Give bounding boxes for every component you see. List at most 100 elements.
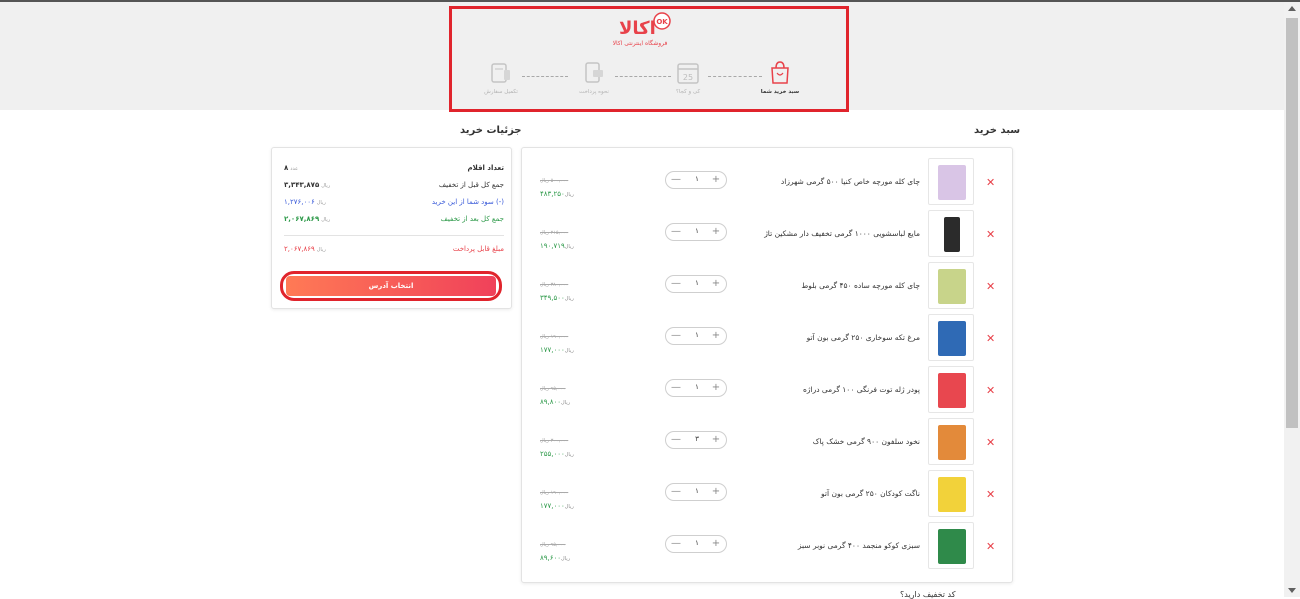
remove-item-icon[interactable]: ✕ xyxy=(986,332,995,345)
final-price: ریال۱۷۷,۰۰۰ xyxy=(540,346,574,354)
remove-item-icon[interactable]: ✕ xyxy=(986,488,995,501)
quantity-value: ۱ xyxy=(695,539,699,547)
remove-item-icon[interactable]: ✕ xyxy=(986,228,995,241)
old-price: ۳۸۰,۰۰۰ ریال xyxy=(540,282,569,288)
select-address-button[interactable]: انتخاب آدرس xyxy=(286,276,496,296)
old-price: ۵۰۰,۰۰۰ ریال xyxy=(540,178,569,184)
final-price: ریال۱۷۷,۰۰۰ xyxy=(540,502,574,510)
increase-quantity-button[interactable]: + xyxy=(710,174,722,186)
decrease-quantity-button[interactable]: — xyxy=(670,382,682,394)
cart-item: ✕ مایع لباسشویی ۱۰۰۰ گرمی تخفیف دار مشکی… xyxy=(522,210,1012,262)
cart-item: ✕ سبزی کوکو منجمد ۴۰۰ گرمی نوبر سبز — ۱ … xyxy=(522,522,1012,574)
product-image[interactable] xyxy=(928,158,974,205)
remove-item-icon[interactable]: ✕ xyxy=(986,176,995,189)
product-image[interactable] xyxy=(928,262,974,309)
old-price: ۱۹۰,۰۰۰ ریال xyxy=(540,334,569,340)
summary-savings: (-) سود شما از این خرید ۱,۲۷۶,۰۰۶ ریال xyxy=(284,198,504,206)
increase-quantity-button[interactable]: + xyxy=(710,330,722,342)
product-image[interactable] xyxy=(928,470,974,517)
increase-quantity-button[interactable]: + xyxy=(710,278,722,290)
old-price: ۲۱۵,۰۰۰ ریال xyxy=(540,230,569,236)
svg-text:اکالا: اکالا xyxy=(619,18,656,39)
quantity-stepper: — ۱ + xyxy=(665,327,727,345)
scroll-down-icon[interactable] xyxy=(1288,588,1296,593)
decrease-quantity-button[interactable]: — xyxy=(670,278,682,290)
shopping-bag-icon xyxy=(771,61,789,84)
summary-item-count: تعداد اقلام ۸ عدد xyxy=(284,164,504,172)
step-shopping-cart: سبد خرید شما xyxy=(750,60,810,95)
cart-title: سبد خرید xyxy=(974,125,1021,136)
cart-item: ✕ مرغ تکه سوخاری ۲۵۰ گرمی بون آتو — ۱ + … xyxy=(522,314,1012,366)
quantity-value: ۱ xyxy=(695,279,699,287)
final-price: ریال۳۴۹,۵۰۰ xyxy=(540,294,574,302)
final-price: ریال۲۵۵,۰۰۰ xyxy=(540,450,574,458)
decrease-quantity-button[interactable]: — xyxy=(670,174,682,186)
scroll-up-icon[interactable] xyxy=(1288,6,1296,11)
old-price: ۹۵,۰۰۰ ریال xyxy=(540,386,566,392)
increase-quantity-button[interactable]: + xyxy=(710,538,722,550)
increase-quantity-button[interactable]: + xyxy=(710,434,722,446)
okala-logo[interactable]: اکالا OK xyxy=(617,12,673,40)
final-price: ریال۴۸۳,۲۵۰ xyxy=(540,190,574,198)
quantity-value: ۱ xyxy=(695,487,699,495)
cart-items-panel: ✕ چای کله مورچه خاص کنیا ۵۰۰ گرمی شهرزاد… xyxy=(521,147,1013,583)
product-image[interactable] xyxy=(928,522,974,569)
scrollbar-thumb[interactable] xyxy=(1286,18,1298,428)
increase-quantity-button[interactable]: + xyxy=(710,226,722,238)
decrease-quantity-button[interactable]: — xyxy=(670,330,682,342)
quantity-stepper: — ۱ + xyxy=(665,535,727,553)
step-payment-method: نحوه پرداخت xyxy=(564,60,624,95)
quantity-stepper: — ۱ + xyxy=(665,483,727,501)
decrease-quantity-button[interactable]: — xyxy=(670,434,682,446)
increase-quantity-button[interactable]: + xyxy=(710,382,722,394)
remove-item-icon[interactable]: ✕ xyxy=(986,436,995,449)
product-image[interactable] xyxy=(928,418,974,465)
cart-item: ✕ نخود سلفون ۹۰۰ گرمی خشک پاک — ۳ + ۳۰۰,… xyxy=(522,418,1012,470)
product-name[interactable]: پودر ژله توت فرنگی ۱۰۰ گرمی دراژه xyxy=(700,385,920,394)
remove-item-icon[interactable]: ✕ xyxy=(986,384,995,397)
summary-title: جزئیات خرید xyxy=(460,125,522,136)
step-order-complete: تکمیل سفارش xyxy=(471,60,531,95)
summary-payable-amount: مبلغ قابل پرداخت ۲,۰۶۷,۸۶۹ ریال xyxy=(284,245,504,253)
quantity-stepper: — ۳ + xyxy=(665,431,727,449)
cart-item: ✕ چای کله مورچه ساده ۴۵۰ گرمی بلوط — ۱ +… xyxy=(522,262,1012,314)
product-name[interactable]: ناگت کودکان ۲۵۰ گرمی بون آتو xyxy=(700,489,920,498)
remove-item-icon[interactable]: ✕ xyxy=(986,540,995,553)
product-image[interactable] xyxy=(928,314,974,361)
product-image[interactable] xyxy=(928,366,974,413)
decrease-quantity-button[interactable]: — xyxy=(670,226,682,238)
step-connector xyxy=(522,76,568,77)
calendar-icon: 25 xyxy=(677,63,699,84)
final-price: ریال۸۹,۸۰۰ xyxy=(540,398,570,406)
product-name[interactable]: سبزی کوکو منجمد ۴۰۰ گرمی نوبر سبز xyxy=(700,541,920,550)
product-name[interactable]: نخود سلفون ۹۰۰ گرمی خشک پاک xyxy=(700,437,920,446)
decrease-quantity-button[interactable]: — xyxy=(670,486,682,498)
old-price: ۱۹۰,۰۰۰ ریال xyxy=(540,490,569,496)
product-image[interactable] xyxy=(928,210,974,257)
logo-icon: اکالا OK xyxy=(619,12,671,39)
product-name[interactable]: مرغ تکه سوخاری ۲۵۰ گرمی بون آتو xyxy=(700,333,920,342)
decrease-quantity-button[interactable]: — xyxy=(670,538,682,550)
discount-code-toggle[interactable]: کد تخفیف دارید؟ xyxy=(900,590,956,599)
old-price: ۳۰۰,۰۰۰ ریال xyxy=(540,438,569,444)
payment-method-icon xyxy=(585,62,603,83)
summary-divider xyxy=(284,235,504,236)
step-when-where: 25 کی و کجا؟ xyxy=(658,60,718,95)
product-name[interactable]: چای کله مورچه ساده ۴۵۰ گرمی بلوط xyxy=(700,281,920,290)
quantity-stepper: — ۱ + xyxy=(665,275,727,293)
increase-quantity-button[interactable]: + xyxy=(710,486,722,498)
product-name[interactable]: چای کله مورچه خاص کنیا ۵۰۰ گرمی شهرزاد xyxy=(700,177,920,186)
quantity-value: ۳ xyxy=(695,435,699,443)
page-scrollbar[interactable] xyxy=(1284,2,1300,597)
cart-item: ✕ چای کله مورچه خاص کنیا ۵۰۰ گرمی شهرزاد… xyxy=(522,158,1012,210)
product-name[interactable]: مایع لباسشویی ۱۰۰۰ گرمی تخفیف دار مشکین … xyxy=(700,229,920,238)
quantity-value: ۱ xyxy=(695,175,699,183)
final-price: ریال۱۹۰,۷۱۹ xyxy=(540,242,574,250)
remove-item-icon[interactable]: ✕ xyxy=(986,280,995,293)
cart-item: ✕ پودر ژله توت فرنگی ۱۰۰ گرمی دراژه — ۱ … xyxy=(522,366,1012,418)
summary-total-before-discount: جمع کل قبل از تخفیف ۳,۳۴۳,۸۷۵ ریال xyxy=(284,181,504,189)
quantity-stepper: — ۱ + xyxy=(665,171,727,189)
quantity-stepper: — ۱ + xyxy=(665,223,727,241)
quantity-stepper: — ۱ + xyxy=(665,379,727,397)
final-price: ریال۸۹,۶۰۰ xyxy=(540,554,570,562)
